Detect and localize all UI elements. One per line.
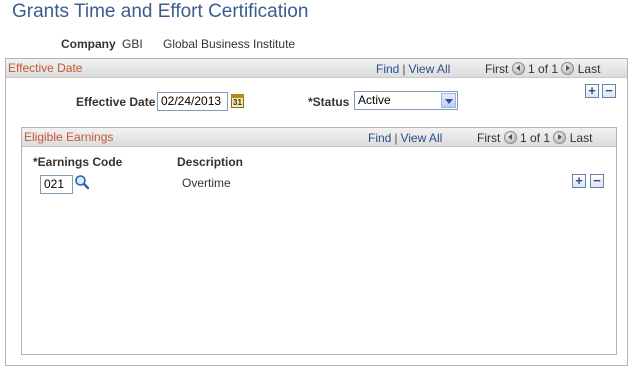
column-header-description: Description	[177, 155, 244, 169]
view-all-link[interactable]: View All	[400, 131, 442, 145]
eligible-earnings-grid-title: Eligible Earnings	[24, 130, 114, 144]
effective-date-grid-header: Effective Date Find | View All First 1 of …	[6, 59, 627, 78]
eligible-earnings-grid-pager: First 1 of 1 Last	[477, 131, 592, 145]
company-label: Company	[61, 37, 116, 51]
next-icon[interactable]	[553, 131, 567, 144]
last-label: Last	[569, 131, 593, 145]
effective-date-grid-nav-links: Find | View All	[376, 62, 450, 76]
company-code: GBI	[122, 37, 143, 51]
status-label: *Status	[308, 95, 350, 109]
calendar-icon[interactable]: 31	[231, 94, 244, 108]
status-select[interactable]: Active	[354, 91, 458, 110]
chevron-down-icon[interactable]	[441, 93, 456, 108]
nav-separator: |	[394, 131, 398, 145]
first-label: First	[477, 131, 501, 145]
effective-date-grid-title: Effective Date	[8, 61, 83, 75]
previous-icon[interactable]	[503, 131, 517, 144]
effective-date-grid: Effective Date Find | View All First 1 of …	[5, 58, 628, 366]
calendar-glyph: 31	[233, 98, 242, 107]
first-label: First	[485, 62, 509, 76]
eligible-earnings-grid-header: Eligible Earnings Find | View All First 1 …	[22, 128, 616, 147]
column-header-earnings-code: *Earnings Code	[33, 155, 123, 169]
effective-date-field[interactable]: 02/24/2013	[157, 92, 228, 111]
status-selected-value: Active	[358, 93, 391, 107]
previous-icon[interactable]	[511, 62, 525, 75]
eligible-earnings-grid-nav-links: Find | View All	[368, 131, 442, 145]
description-value: Overtime	[182, 176, 231, 190]
earnings-code-field[interactable]: 021	[40, 175, 73, 194]
company-name: Global Business Institute	[163, 37, 296, 51]
row-range: 1 of 1	[520, 131, 551, 145]
next-icon[interactable]	[561, 62, 575, 75]
view-all-link[interactable]: View All	[408, 62, 450, 76]
delete-row-button[interactable]: −	[590, 174, 604, 188]
nav-separator: |	[402, 62, 406, 76]
find-link[interactable]: Find	[368, 131, 391, 145]
delete-row-button[interactable]: −	[602, 84, 616, 98]
table-row: 021 Overtime + −	[22, 172, 616, 196]
effective-date-label: Effective Date	[76, 95, 156, 109]
search-icon[interactable]	[74, 174, 90, 190]
page-title: Grants Time and Effort Certification	[12, 1, 309, 22]
row-range: 1 of 1	[528, 62, 559, 76]
last-label: Last	[577, 62, 601, 76]
add-row-button[interactable]: +	[572, 174, 586, 188]
add-row-button[interactable]: +	[585, 84, 599, 98]
eligible-earnings-grid: Eligible Earnings Find | View All First 1 …	[21, 127, 617, 355]
effective-date-grid-pager: First 1 of 1 Last	[485, 62, 600, 76]
find-link[interactable]: Find	[376, 62, 399, 76]
